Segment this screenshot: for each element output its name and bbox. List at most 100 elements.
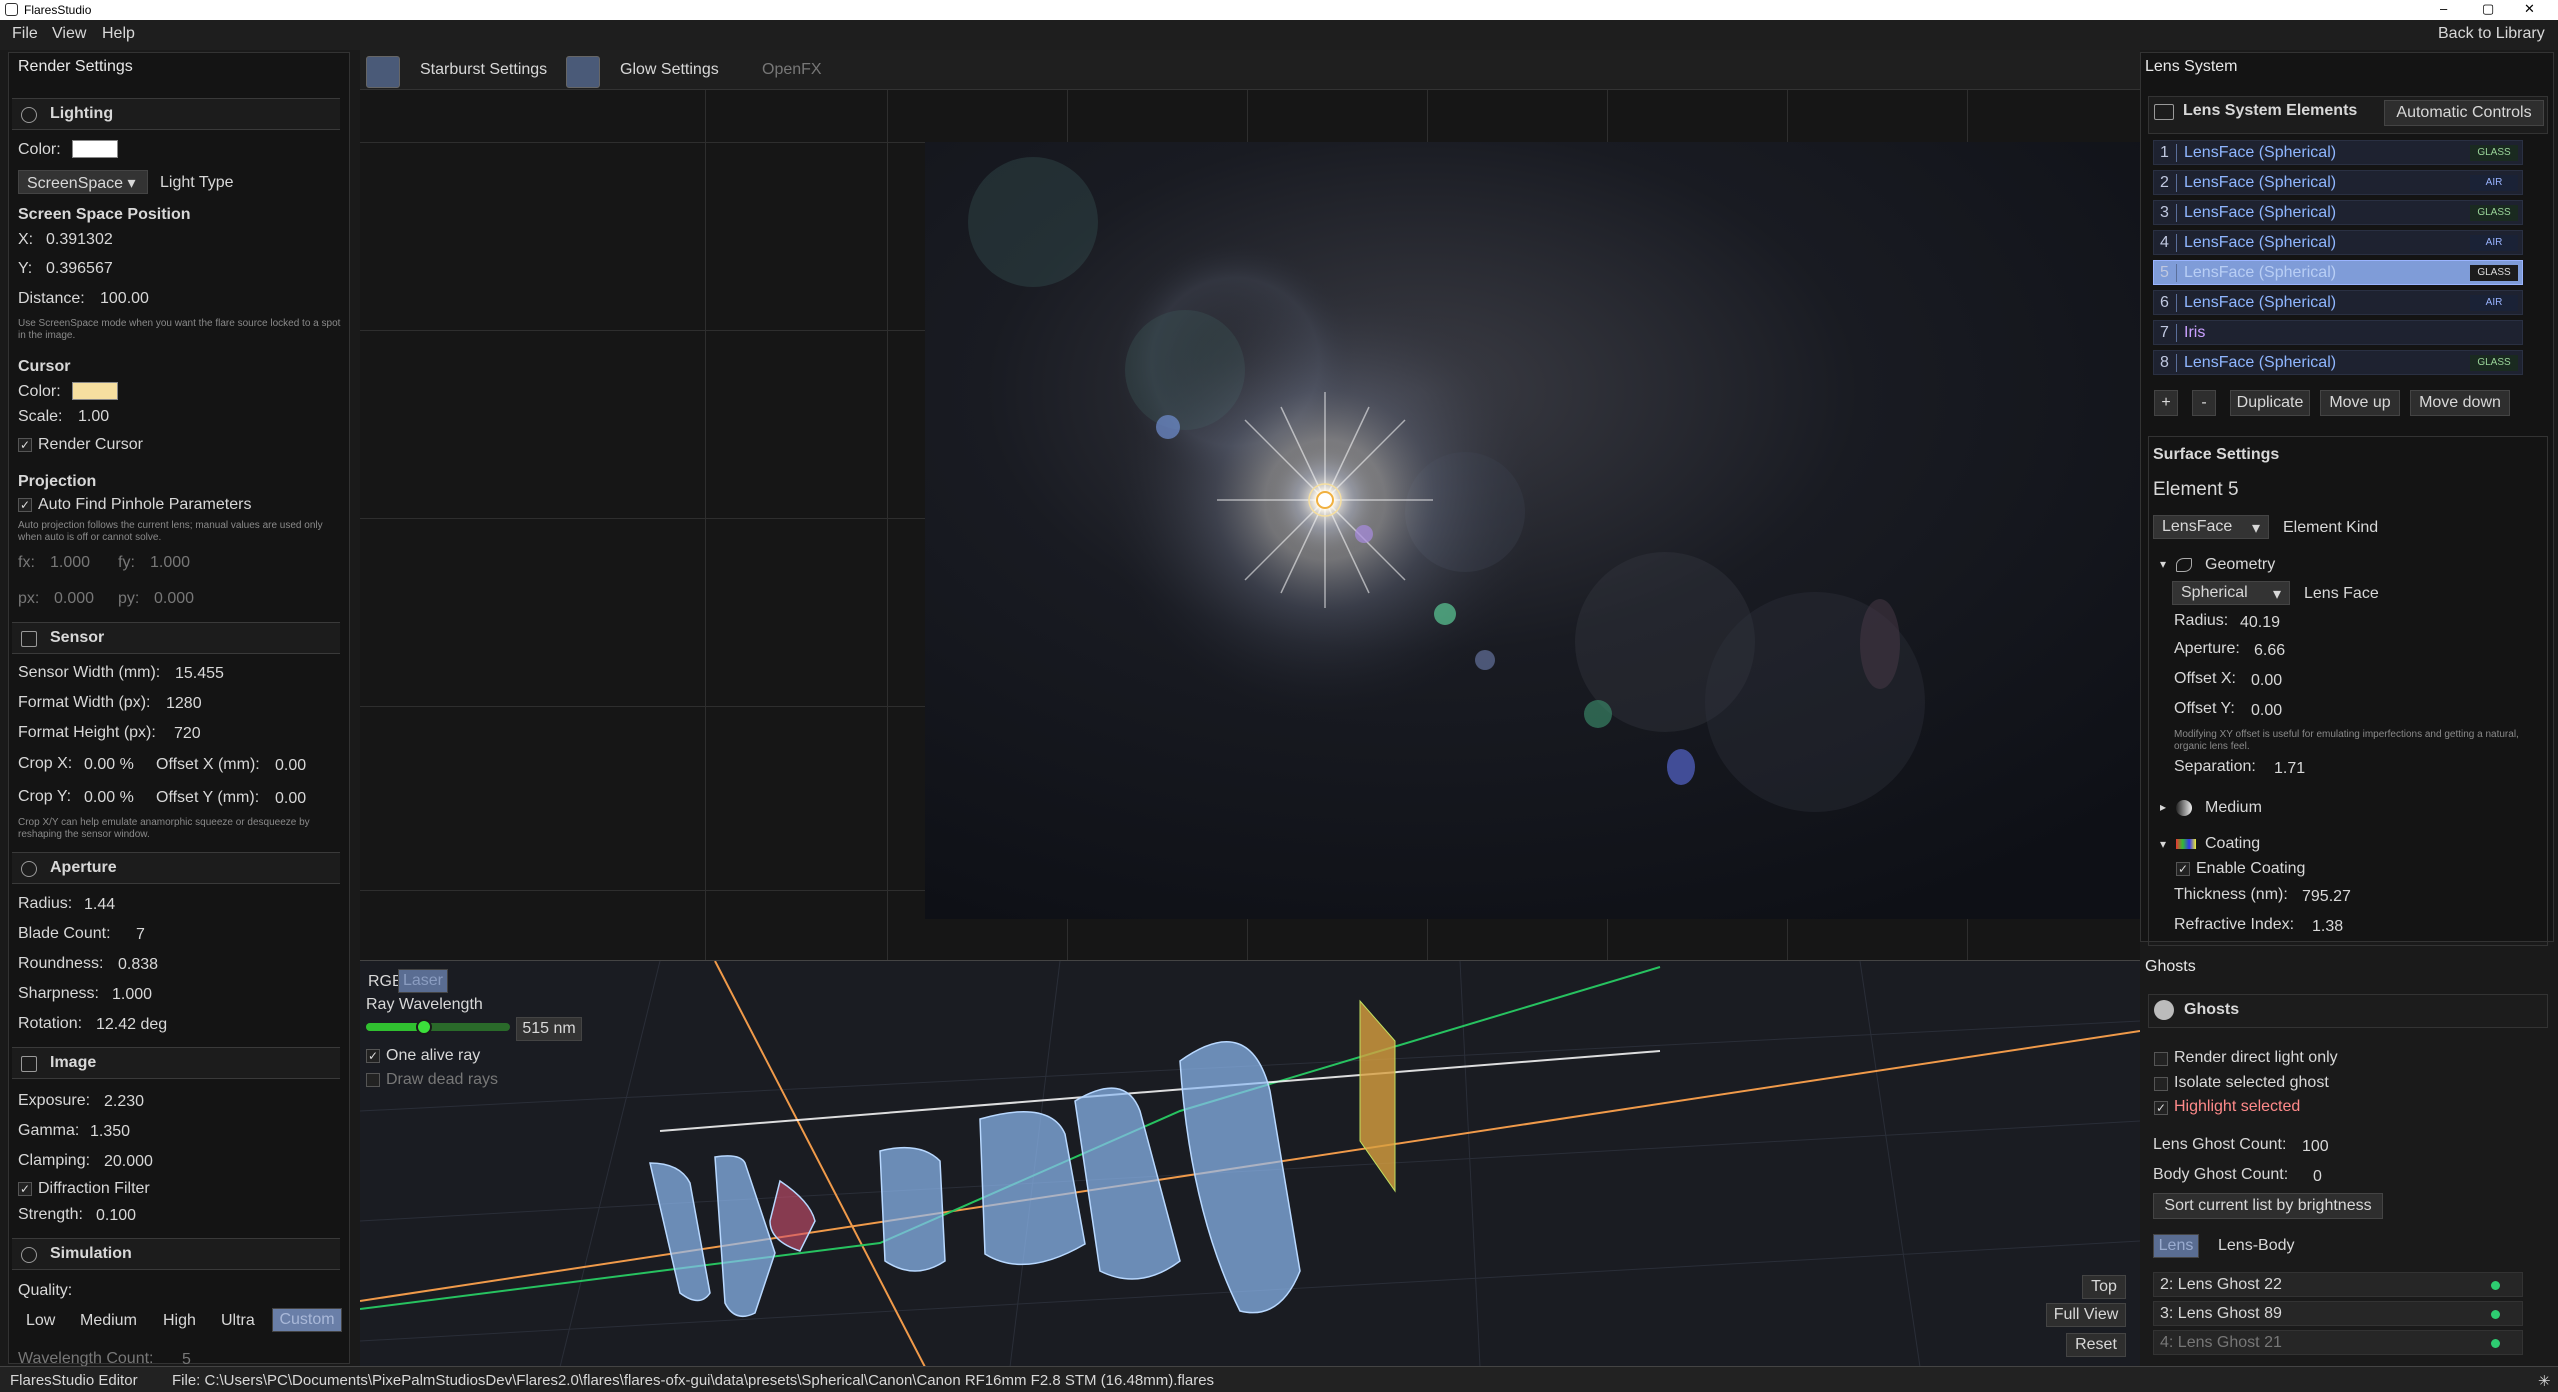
tab-openfx[interactable]: OpenFX: [762, 61, 822, 79]
ghost-list-item[interactable]: 2: Lens Ghost 22: [2153, 1272, 2523, 1297]
automatic-controls-button[interactable]: Automatic Controls: [2384, 100, 2544, 126]
lens-element-row[interactable]: 2 LensFace (Spherical) AIR: [2153, 170, 2523, 195]
tab-lens-ghosts[interactable]: Lens: [2153, 1234, 2199, 1258]
reset-view-button[interactable]: Reset: [2066, 1333, 2126, 1357]
lens-element-row[interactable]: 6 LensFace (Spherical) AIR: [2153, 290, 2523, 315]
lens-ghost-count-field[interactable]: 100: [2302, 1138, 2329, 1156]
laser-mode-button[interactable]: Laser: [398, 969, 448, 993]
isolate-ghost-checkbox[interactable]: [2154, 1077, 2168, 1091]
separation-field[interactable]: 1.71: [2274, 760, 2305, 778]
crop-y-field[interactable]: 0.00 %: [84, 789, 134, 807]
auto-pinhole-checkbox[interactable]: ✓: [18, 498, 32, 512]
draw-dead-rays-checkbox[interactable]: [366, 1073, 380, 1087]
quality-medium-button[interactable]: Medium: [80, 1312, 137, 1330]
coating-expand-icon[interactable]: ▾: [2160, 837, 2166, 851]
menu-view[interactable]: View: [52, 25, 86, 43]
glow-icon[interactable]: [566, 56, 600, 88]
cursor-color-swatch[interactable]: [72, 382, 118, 400]
move-down-button[interactable]: Move down: [2410, 390, 2510, 416]
lens-element-row[interactable]: 4 LensFace (Spherical) AIR: [2153, 230, 2523, 255]
tab-lens-body-ghosts[interactable]: Lens-Body: [2218, 1237, 2295, 1255]
cursor-scale-field[interactable]: 1.00: [78, 408, 109, 426]
light-type-dropdown[interactable]: ScreenSpace ▾: [18, 170, 148, 194]
sensor-width-field[interactable]: 15.455: [175, 665, 224, 683]
tab-starburst-settings[interactable]: Starburst Settings: [420, 61, 547, 79]
surface-offset-y-field[interactable]: 0.00: [2251, 702, 2282, 720]
surface-offset-x-field[interactable]: 0.00: [2251, 672, 2282, 690]
full-view-button[interactable]: Full View: [2046, 1303, 2126, 1327]
px-field[interactable]: 0.000: [54, 590, 94, 608]
geometry-expand-icon[interactable]: ▾: [2160, 557, 2166, 571]
ray-trace-panel[interactable]: RGB Laser Ray Wavelength 515 nm ✓ One al…: [360, 960, 2140, 1366]
aperture-section-header[interactable]: Aperture: [12, 852, 340, 884]
one-alive-ray-checkbox[interactable]: ✓: [366, 1049, 380, 1063]
menu-help[interactable]: Help: [102, 25, 135, 43]
remove-element-button[interactable]: -: [2192, 390, 2216, 416]
surface-radius-field[interactable]: 40.19: [2240, 614, 2280, 632]
quality-custom-button[interactable]: Custom: [272, 1308, 342, 1332]
wavelength-slider-track[interactable]: [366, 1023, 510, 1031]
top-view-button[interactable]: Top: [2082, 1275, 2126, 1299]
quality-high-button[interactable]: High: [163, 1312, 196, 1330]
sensor-section-header[interactable]: Sensor: [12, 622, 340, 654]
lens-element-row[interactable]: 7 Iris: [2153, 320, 2523, 345]
render-direct-checkbox[interactable]: [2154, 1052, 2168, 1066]
body-ghost-count-field[interactable]: 0: [2313, 1168, 2322, 1186]
refractive-index-field[interactable]: 1.38: [2312, 918, 2343, 936]
offset-y-field[interactable]: 0.00: [275, 790, 306, 808]
flare-render-image[interactable]: [925, 142, 2140, 919]
enable-coating-checkbox[interactable]: ✓: [2176, 862, 2190, 876]
light-color-swatch[interactable]: [72, 140, 118, 158]
aperture-radius-field[interactable]: 1.44: [84, 896, 115, 914]
maximize-icon[interactable]: ▢: [2482, 1, 2494, 17]
exposure-field[interactable]: 2.230: [104, 1093, 144, 1111]
lens-element-row[interactable]: 5 LensFace (Spherical) GLASS: [2153, 260, 2523, 285]
image-section-header[interactable]: Image: [12, 1047, 340, 1079]
render-cursor-checkbox[interactable]: ✓: [18, 438, 32, 452]
add-element-button[interactable]: +: [2154, 390, 2178, 416]
back-to-library-link[interactable]: Back to Library: [2438, 25, 2545, 43]
fx-field[interactable]: 1.000: [50, 554, 90, 572]
lens-face-dropdown[interactable]: Spherical ▾: [2172, 581, 2290, 605]
element-kind-dropdown[interactable]: LensFace ▾: [2153, 515, 2269, 539]
format-width-field[interactable]: 1280: [166, 695, 202, 713]
lighting-section-header[interactable]: Lighting: [12, 98, 340, 130]
surface-aperture-field[interactable]: 6.66: [2254, 642, 2285, 660]
wavelength-value-field[interactable]: 515 nm: [516, 1017, 582, 1041]
light-cursor-icon[interactable]: [1316, 491, 1334, 509]
menu-file[interactable]: File: [12, 25, 38, 43]
move-up-button[interactable]: Move up: [2320, 390, 2400, 416]
ssp-y-field[interactable]: 0.396567: [46, 260, 113, 278]
gamma-field[interactable]: 1.350: [90, 1123, 130, 1141]
strength-field[interactable]: 0.100: [96, 1207, 136, 1225]
render-viewport[interactable]: Starburst Settings Glow Settings OpenFX: [360, 50, 2140, 960]
sort-by-brightness-button[interactable]: Sort current list by brightness: [2153, 1193, 2383, 1219]
lens-element-row[interactable]: 1 LensFace (Spherical) GLASS: [2153, 140, 2523, 165]
distance-field[interactable]: 100.00: [100, 290, 149, 308]
roundness-field[interactable]: 0.838: [118, 956, 158, 974]
minimize-icon[interactable]: –: [2440, 1, 2447, 16]
rotation-field[interactable]: 12.42 deg: [96, 1016, 167, 1034]
tab-glow-settings[interactable]: Glow Settings: [620, 61, 719, 79]
quality-low-button[interactable]: Low: [26, 1312, 55, 1330]
blade-count-field[interactable]: 7: [136, 926, 145, 944]
diffraction-filter-checkbox[interactable]: ✓: [18, 1182, 32, 1196]
ghost-list-item[interactable]: 4: Lens Ghost 21: [2153, 1330, 2523, 1355]
simulation-section-header[interactable]: Simulation: [12, 1238, 340, 1270]
thickness-field[interactable]: 795.27: [2302, 888, 2351, 906]
sharpness-field[interactable]: 1.000: [112, 986, 152, 1004]
highlight-selected-checkbox[interactable]: ✓: [2154, 1101, 2168, 1115]
fy-field[interactable]: 1.000: [150, 554, 190, 572]
ghost-list-item[interactable]: 3: Lens Ghost 89: [2153, 1301, 2523, 1326]
offset-x-field[interactable]: 0.00: [275, 757, 306, 775]
ssp-x-field[interactable]: 0.391302: [46, 231, 113, 249]
format-height-field[interactable]: 720: [174, 725, 201, 743]
quality-ultra-button[interactable]: Ultra: [221, 1312, 255, 1330]
py-field[interactable]: 0.000: [154, 590, 194, 608]
wavelength-slider-handle[interactable]: [415, 1019, 432, 1035]
medium-expand-icon[interactable]: ▸: [2160, 800, 2166, 814]
duplicate-element-button[interactable]: Duplicate: [2230, 390, 2310, 416]
close-icon[interactable]: ✕: [2524, 1, 2535, 17]
clamping-field[interactable]: 20.000: [104, 1153, 153, 1171]
starburst-icon[interactable]: [366, 56, 400, 88]
